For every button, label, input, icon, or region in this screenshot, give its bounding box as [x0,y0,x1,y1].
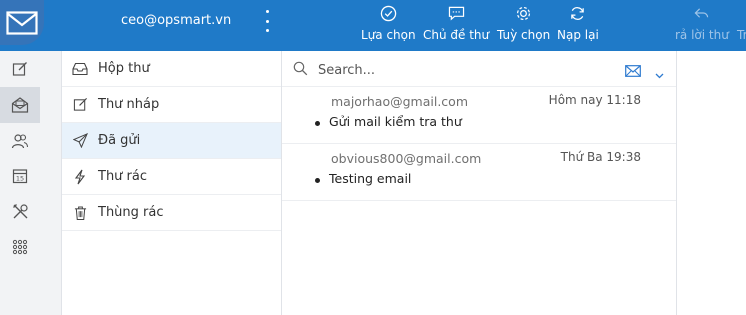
account-menu-icon[interactable] [262,10,272,32]
message-row[interactable]: obvious800@gmail.com Thứ Ba 19:38 Testin… [282,144,676,201]
message-date: Thứ Ba 19:38 [560,150,641,164]
message-subject: Testing email [329,171,412,186]
options-button[interactable]: Tuỳ chọn [497,2,550,48]
select-button-label: Lựa chọn [361,28,416,42]
rail-apps[interactable] [0,229,40,265]
folder-spam[interactable]: Thư rác [62,159,281,195]
mail-icon [11,97,29,113]
folder-trash[interactable]: Thùng rác [62,195,281,231]
chat-bubble-icon [448,2,465,24]
reload-button[interactable]: Nạp lại [557,2,599,48]
refresh-icon [569,2,586,24]
unread-dot-icon [315,121,320,126]
rail-tools[interactable] [0,193,40,229]
check-circle-icon [380,2,397,24]
account-email[interactable]: ceo@opsmart.vn [121,13,231,28]
folder-list: Hộp thư Thư nháp Đã gửi Thư rác Thùng rá… [62,51,282,315]
search-icon [293,61,308,80]
thread-button[interactable]: Chủ đề thư [423,2,489,48]
search-input[interactable] [318,60,608,80]
spam-icon [62,169,98,185]
chevron-down-icon[interactable] [655,64,664,83]
message-sender: majorhao@gmail.com [331,94,468,109]
folder-sent-label: Đã gửi [98,133,141,148]
top-bar: ceo@opsmart.vn Lựa chọn Chủ đề thư Tuỳ c… [0,0,746,51]
folder-spam-label: Thư rác [98,169,148,184]
unread-dot-icon [315,178,320,183]
message-date: Hôm nay 11:18 [548,93,641,107]
select-button[interactable]: Lựa chọn [361,2,416,48]
envelope-logo-icon [6,10,38,35]
reply-all-button-label: Tr [737,28,746,42]
trash-icon [62,205,98,221]
tools-icon [12,203,28,218]
app-logo[interactable] [0,0,44,45]
app-rail: 15 [0,51,62,315]
rail-mail[interactable] [0,87,40,123]
search-scope-icon[interactable] [625,62,641,81]
rail-contacts[interactable] [0,123,40,159]
message-subject: Gửi mail kiểm tra thư [329,114,462,129]
apps-grid-icon [12,239,28,255]
calendar-icon: 15 [12,169,28,184]
search-bar [282,51,676,87]
calendar-day-label: 15 [16,175,24,183]
reply-icon [693,2,710,24]
gear-icon [515,2,532,24]
folder-inbox[interactable]: Hộp thư [62,51,281,87]
sent-icon [62,133,98,148]
reply-all-button[interactable]: Tr [737,2,746,48]
folder-drafts-label: Thư nháp [98,97,160,112]
rail-calendar[interactable]: 15 [0,158,40,194]
message-list: majorhao@gmail.com Hôm nay 11:18 Gửi mai… [282,51,677,315]
message-sender: obvious800@gmail.com [331,151,482,166]
reload-button-label: Nạp lại [557,28,599,42]
folder-trash-label: Thùng rác [98,205,164,220]
reply-button[interactable]: rả lời thư [675,2,729,48]
preview-pane [677,51,746,315]
inbox-icon [62,62,98,76]
thread-button-label: Chủ đề thư [423,28,490,42]
contacts-icon [11,134,29,149]
drafts-icon [62,97,98,112]
options-button-label: Tuỳ chọn [497,28,551,42]
rail-compose[interactable] [0,51,40,87]
message-row[interactable]: majorhao@gmail.com Hôm nay 11:18 Gửi mai… [282,87,676,144]
folder-inbox-label: Hộp thư [98,61,150,76]
folder-drafts[interactable]: Thư nháp [62,87,281,123]
folder-sent[interactable]: Đã gửi [62,123,281,159]
reply-button-label: rả lời thư [675,28,729,42]
compose-icon [12,62,27,76]
